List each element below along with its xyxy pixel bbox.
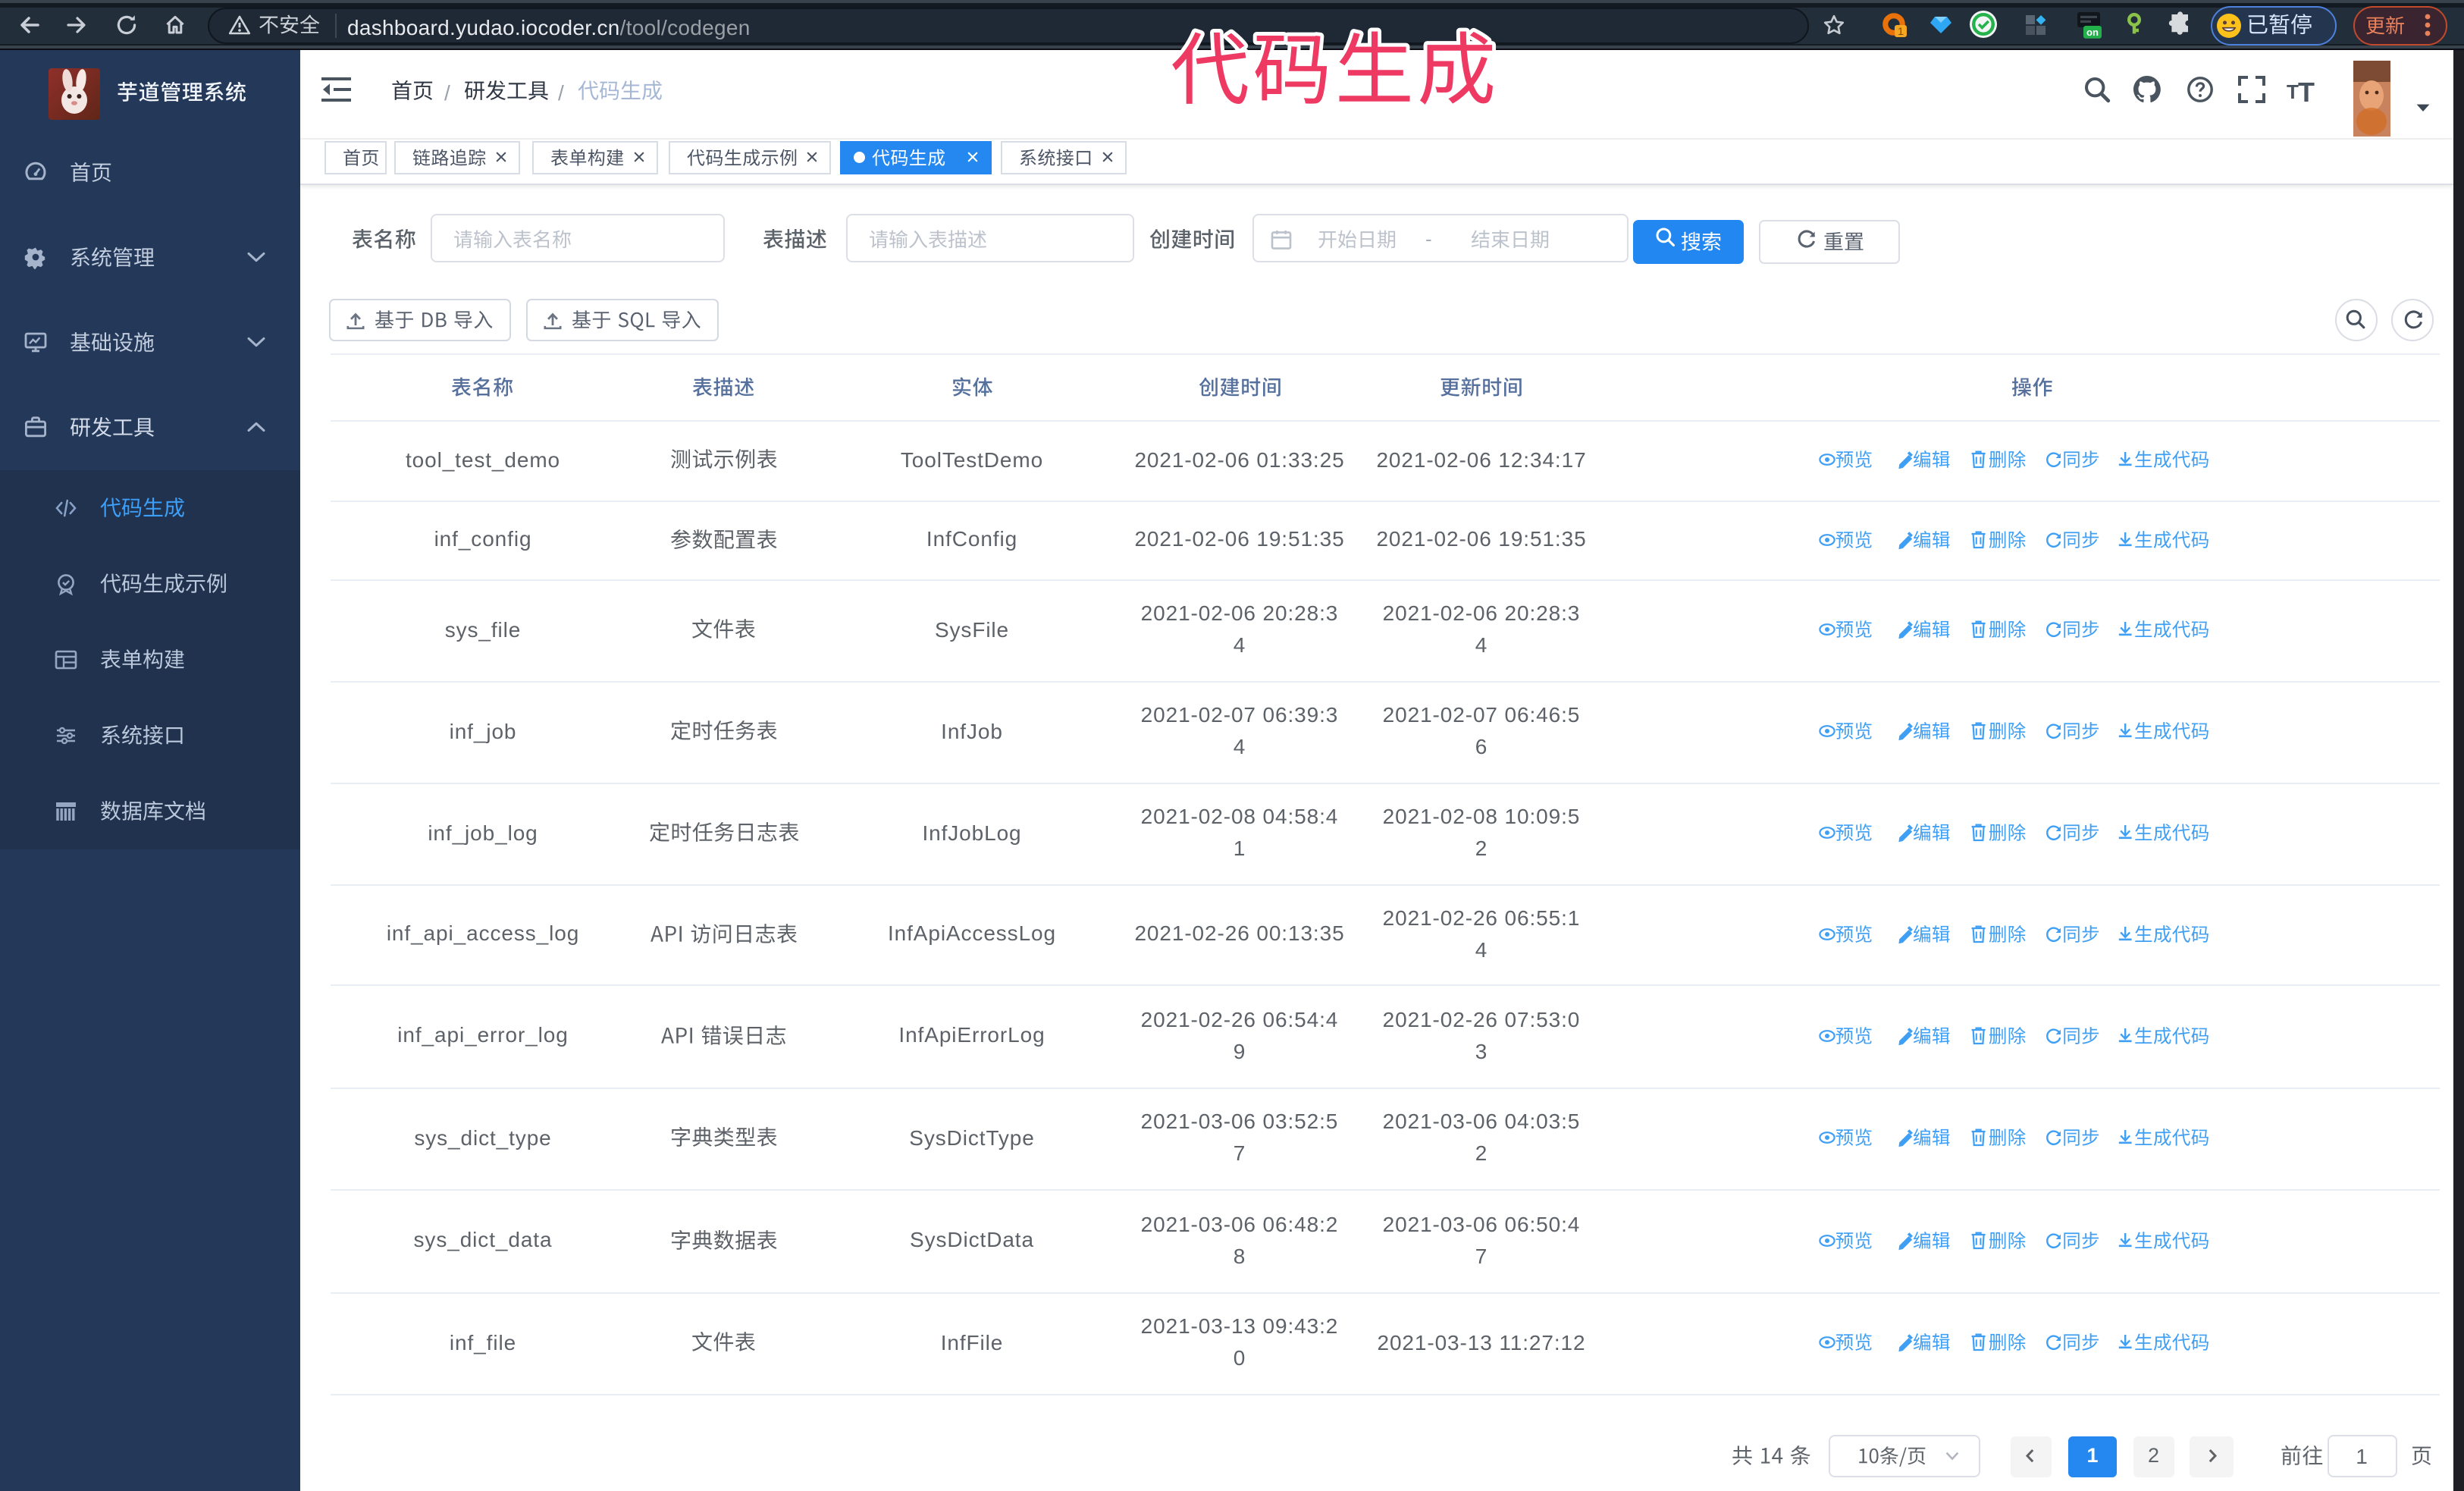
svg-text:T: T (2298, 77, 2315, 108)
svg-text:on: on (2086, 27, 2099, 38)
svg-text:T: T (2287, 80, 2299, 103)
svg-text:1: 1 (1898, 25, 1904, 37)
